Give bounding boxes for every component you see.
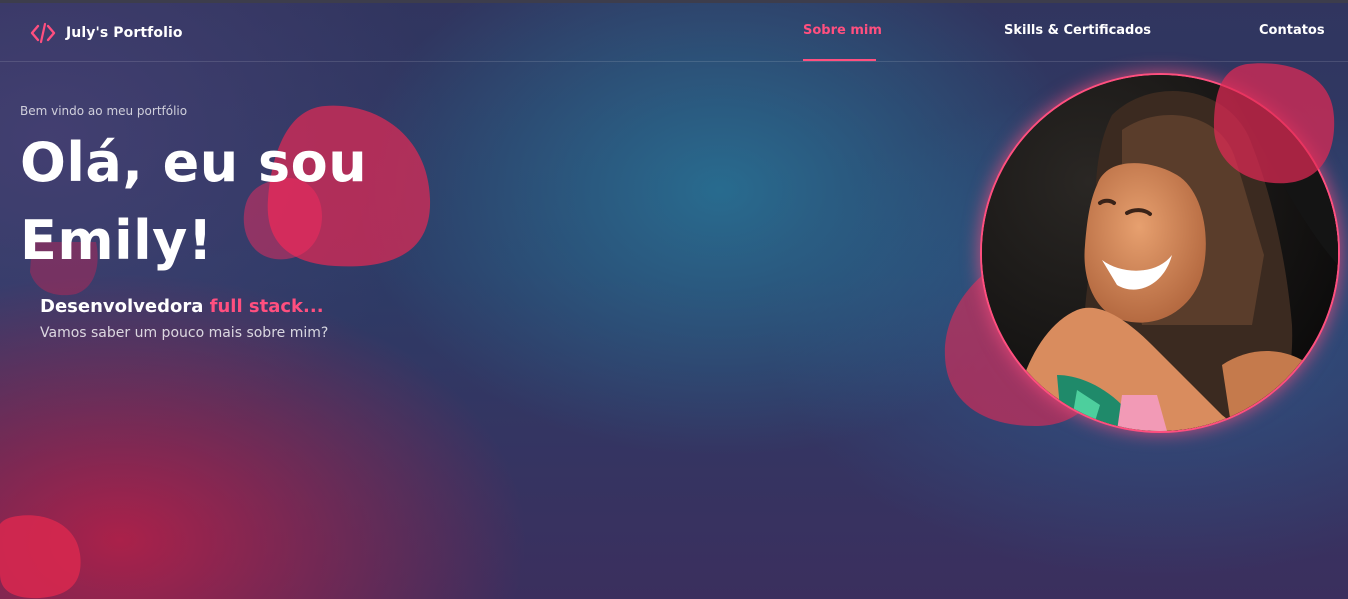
role-accent: full stack... [209,296,324,317]
brand-title: July's Portfolio [66,25,183,41]
active-nav-underline [803,59,876,61]
welcome-text: Bem vindo ao meu portfólio [20,104,188,118]
blob-decoration-photo-top [1214,63,1335,184]
code-icon [30,21,56,45]
hero-subtitle: Vamos saber um pouco mais sobre mim? [40,325,329,341]
headline-line-2: Emily! [20,209,214,272]
role-title: Desenvolvedora full stack... [40,296,324,317]
headline-line-1: Olá, eu sou [20,131,368,194]
nav-link-contatos[interactable]: Contatos [1259,23,1325,38]
blob-decoration-bottom-left [0,515,81,599]
hero-headline: Olá, eu sou Emily! [20,124,367,280]
role-prefix: Desenvolvedora [40,296,204,317]
nav-link-sobre-mim[interactable]: Sobre mim [803,23,882,38]
nav-link-skills-certificados[interactable]: Skills & Certificados [1004,23,1151,38]
top-navbar: July's Portfolio Sobre mim Skills & Cert… [0,3,1348,62]
brand[interactable]: July's Portfolio [30,21,183,45]
